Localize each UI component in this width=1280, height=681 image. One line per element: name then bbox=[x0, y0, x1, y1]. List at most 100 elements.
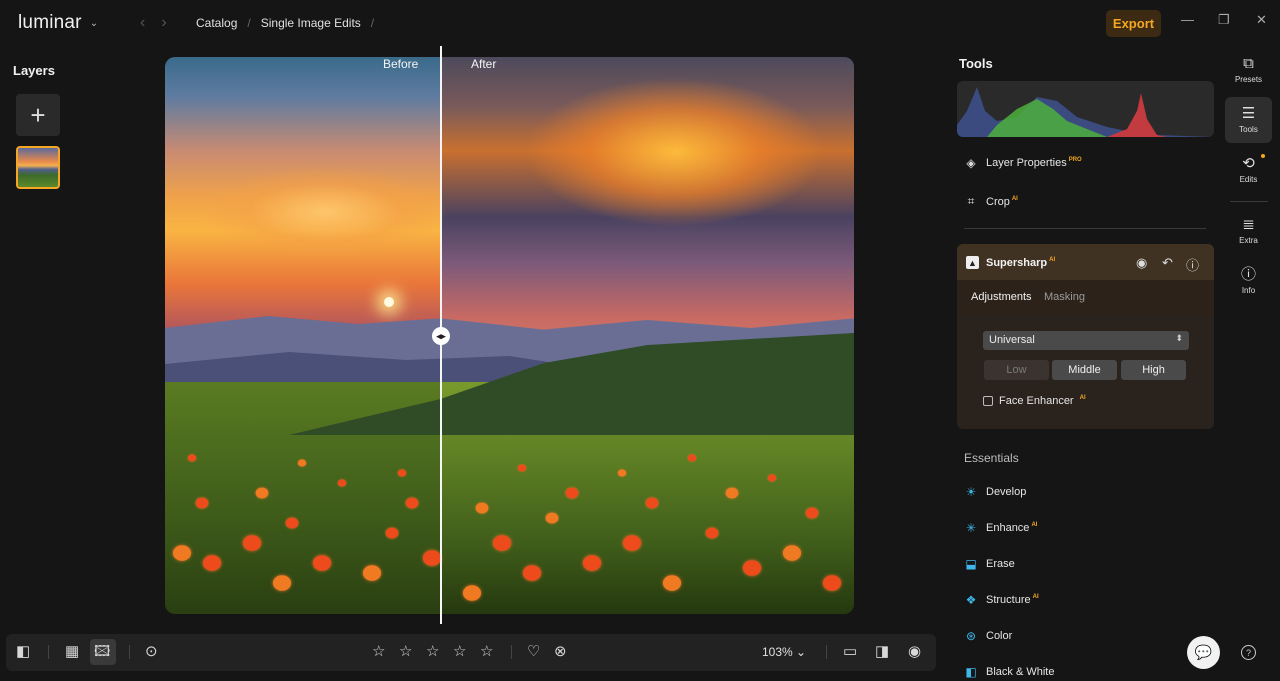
layer-properties-tool[interactable]: ◈ Layer Properties PRO bbox=[964, 156, 1082, 170]
star-2-icon[interactable]: ☆ bbox=[399, 643, 412, 661]
level-middle-button[interactable]: Middle bbox=[1052, 360, 1117, 380]
layer-thumbnail[interactable] bbox=[16, 146, 60, 189]
zoom-level[interactable]: 103% ⌄ bbox=[762, 645, 806, 659]
rail-presets-label: Presets bbox=[1234, 75, 1263, 84]
add-layer-button[interactable]: + bbox=[16, 94, 60, 136]
ai-badge: AI bbox=[1079, 395, 1086, 402]
essentials-title: Essentials bbox=[964, 451, 1019, 465]
crop-text: Crop bbox=[986, 195, 1010, 208]
toolbar-divider bbox=[129, 645, 130, 659]
app-menu[interactable]: ✳ luminar ⌄ bbox=[18, 12, 254, 272]
star-3-icon[interactable]: ☆ bbox=[426, 643, 439, 661]
forward-arrow-icon[interactable]: › bbox=[161, 14, 166, 32]
image-flower bbox=[645, 497, 659, 509]
image-flower bbox=[312, 555, 332, 571]
histogram-graph bbox=[957, 87, 1214, 137]
compare-icon[interactable]: ▭ bbox=[843, 643, 857, 661]
structure-icon: ❖ bbox=[965, 593, 977, 607]
restore-icon[interactable]: ❐ bbox=[1218, 12, 1230, 28]
structure-text: Structure bbox=[986, 594, 1031, 606]
level-low-button[interactable]: Low bbox=[984, 360, 1049, 380]
breadcrumb-catalog[interactable]: Catalog bbox=[196, 16, 237, 30]
crop-tool[interactable]: ⌗ Crop AI bbox=[964, 194, 1018, 209]
face-enhancer-checkbox[interactable] bbox=[983, 396, 993, 406]
image-flower bbox=[622, 535, 642, 551]
image-flower bbox=[385, 527, 399, 539]
image-flower bbox=[422, 550, 442, 566]
reject-icon[interactable]: ⊗ bbox=[554, 643, 567, 661]
breadcrumb: Catalog / Single Image Edits / bbox=[196, 16, 374, 30]
grid-view-icon[interactable]: ▦ bbox=[65, 643, 79, 661]
enhance-text: Enhance bbox=[986, 522, 1030, 534]
breadcrumb-single-image-edits[interactable]: Single Image Edits bbox=[261, 16, 361, 30]
layers-icon: ◈ bbox=[966, 156, 976, 170]
tab-masking[interactable]: Masking bbox=[1044, 291, 1085, 303]
image-flower bbox=[242, 535, 262, 551]
toolbar-divider bbox=[511, 645, 512, 659]
before-label: Before bbox=[383, 57, 419, 71]
mode-select[interactable]: Universal ⬍ bbox=[983, 331, 1189, 350]
star-1-icon[interactable]: ☆ bbox=[372, 643, 385, 661]
essentials-item-erase[interactable]: ⬓ Erase bbox=[964, 557, 1015, 571]
history-icon: ⟲ bbox=[1242, 155, 1255, 172]
eraser-icon: ⬓ bbox=[965, 557, 977, 571]
sun-icon: ☀ bbox=[965, 485, 977, 499]
image-flower bbox=[195, 497, 209, 509]
toggle-sidebar-icon[interactable]: ◧ bbox=[16, 643, 30, 661]
export-button[interactable]: Export bbox=[1106, 10, 1161, 37]
image-flower bbox=[782, 545, 802, 561]
sparkle-icon: ✳ bbox=[965, 521, 977, 535]
split-view-icon[interactable]: ◨ bbox=[875, 643, 889, 661]
ai-badge: AI bbox=[1011, 195, 1018, 202]
level-high-button[interactable]: High bbox=[1121, 360, 1186, 380]
image-flower bbox=[255, 487, 269, 499]
rail-info[interactable]: ⓘ Info bbox=[1225, 267, 1272, 296]
help-button[interactable]: ? bbox=[1241, 645, 1256, 660]
rail-edits-label: Edits bbox=[1239, 175, 1258, 184]
tab-adjustments[interactable]: Adjustments bbox=[971, 291, 1032, 303]
star-5-icon[interactable]: ☆ bbox=[480, 643, 493, 661]
heart-icon[interactable]: ♡ bbox=[527, 643, 540, 661]
image-canvas[interactable] bbox=[165, 57, 854, 614]
divider-handle-icon[interactable]: ◂▸ bbox=[432, 327, 450, 345]
erase-label: Erase bbox=[986, 558, 1015, 570]
close-icon[interactable]: ✕ bbox=[1256, 12, 1267, 28]
rail-tools[interactable]: ☰ Tools bbox=[1225, 106, 1272, 135]
rail-presets[interactable]: ⧉ Presets bbox=[1225, 56, 1272, 85]
essentials-item-structure[interactable]: ❖ Structure AI bbox=[964, 593, 1039, 607]
chevron-down-icon: ⌄ bbox=[89, 17, 99, 29]
more-options-icon[interactable]: ⊙ bbox=[145, 643, 158, 661]
star-4-icon[interactable]: ☆ bbox=[453, 643, 466, 661]
image-flower bbox=[337, 479, 347, 487]
image-flower bbox=[272, 575, 292, 591]
rail-extra[interactable]: ≣ Extra bbox=[1225, 216, 1272, 246]
reset-icon[interactable]: ↶ bbox=[1162, 255, 1173, 271]
image-flower bbox=[285, 517, 299, 529]
color-icon: ⊛ bbox=[965, 629, 977, 643]
image-flower bbox=[517, 464, 527, 472]
image-flower bbox=[617, 469, 627, 477]
help-icon: ? bbox=[1245, 647, 1251, 658]
image-flower bbox=[462, 585, 482, 601]
chat-assistant-button[interactable]: 💬 bbox=[1187, 636, 1220, 669]
single-image-view-icon[interactable]: 🖾 bbox=[94, 643, 110, 661]
essentials-item-enhance[interactable]: ✳ Enhance AI bbox=[964, 521, 1037, 535]
essentials-item-black-white[interactable]: ◧ Black & White bbox=[964, 665, 1054, 679]
essentials-item-develop[interactable]: ☀ Develop bbox=[964, 485, 1027, 499]
chat-icon: 💬 bbox=[1194, 644, 1213, 660]
minimize-icon[interactable]: — bbox=[1181, 12, 1194, 27]
essentials-item-color[interactable]: ⊛ Color bbox=[964, 629, 1012, 643]
info-icon[interactable]: ⓘ bbox=[1186, 255, 1199, 274]
image-flower bbox=[187, 454, 197, 462]
list-icon: ≣ bbox=[1242, 216, 1255, 233]
back-arrow-icon[interactable]: ‹ bbox=[140, 14, 145, 32]
visibility-eye-icon[interactable]: ◉ bbox=[1136, 255, 1147, 271]
rail-edits[interactable]: ⟲ Edits bbox=[1225, 155, 1272, 185]
ai-badge: AI bbox=[1049, 257, 1056, 264]
supersharp-title-text: Supersharp bbox=[986, 257, 1048, 269]
image-flower bbox=[172, 545, 192, 561]
preview-eye-icon[interactable]: ◉ bbox=[908, 643, 921, 661]
pro-badge: PRO bbox=[1068, 157, 1082, 164]
rail-info-label: Info bbox=[1241, 286, 1256, 295]
app-name: luminar bbox=[18, 12, 82, 33]
